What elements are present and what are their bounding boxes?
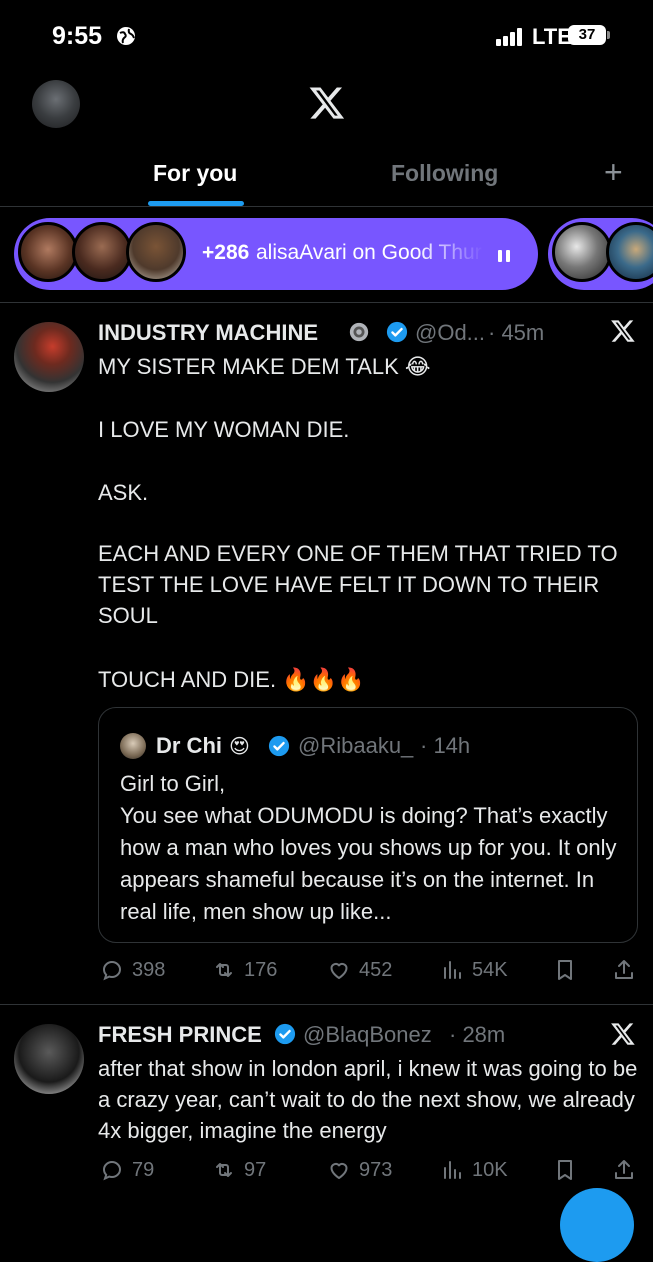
reply-button[interactable]: 398	[100, 958, 165, 982]
profile-avatar[interactable]	[32, 80, 80, 128]
post-text-line: MY SISTER MAKE DEM TALK 😂	[98, 354, 431, 379]
verified-badge-icon	[274, 1023, 296, 1045]
view-count: 10K	[472, 1158, 508, 1181]
space-listener-avatar	[18, 222, 78, 282]
space-listener-avatar	[126, 222, 186, 282]
share-icon[interactable]	[612, 1158, 636, 1182]
audio-bars-icon	[498, 250, 510, 262]
status-time: 9:55	[52, 22, 103, 50]
verified-badge-icon	[268, 735, 290, 757]
bookmark-icon[interactable]	[553, 1158, 577, 1182]
battery-cap	[607, 31, 610, 39]
reply-icon	[102, 1160, 122, 1181]
post-handle[interactable]: @Od...	[415, 320, 485, 346]
verified-badge-icon	[386, 321, 408, 343]
globe-icon	[117, 27, 135, 45]
repost-icon	[216, 1163, 232, 1177]
tabs-divider	[0, 206, 653, 207]
post-author-name[interactable]: FRESH PRINCE	[98, 1022, 262, 1048]
x-logo-icon[interactable]	[308, 84, 346, 122]
post-author-name[interactable]: INDUSTRY MACHINE	[98, 320, 318, 346]
quoted-text: Girl to Girl, You see what ODUMODU is do…	[120, 771, 617, 924]
space-host-avatar	[552, 222, 612, 282]
post-handle[interactable]: @BlaqBonez	[303, 1022, 432, 1048]
post-text: after that show in london april, i knew …	[98, 1056, 638, 1143]
add-tab-button[interactable]: +	[604, 154, 623, 191]
post-author-avatar[interactable]	[14, 1024, 84, 1094]
views-button[interactable]: 54K	[440, 958, 508, 982]
reply-icon	[102, 960, 122, 981]
gear-icon	[349, 322, 369, 342]
timeline-divider	[0, 1004, 653, 1005]
post-text-line: TOUCH AND DIE. 🔥🔥🔥	[98, 667, 365, 692]
battery-indicator: 37	[568, 25, 606, 45]
share-icon[interactable]	[612, 958, 636, 982]
tab-for-you[interactable]: For you	[153, 160, 237, 187]
space-title: alisaAvari on Good Thur	[256, 241, 482, 264]
like-button[interactable]: 452	[327, 958, 392, 982]
quoted-author-name: Dr Chi	[156, 733, 222, 758]
space-listener-count: +286	[202, 241, 250, 264]
views-chart-icon	[444, 1161, 461, 1179]
like-count: 452	[359, 958, 393, 981]
post-text-line: EACH AND EVERY ONE OF THEM THAT TRIED TO…	[98, 541, 618, 628]
view-count: 54K	[472, 958, 508, 981]
repost-icon	[216, 963, 232, 977]
repost-button[interactable]: 176	[212, 958, 277, 982]
quoted-author-emoji: 😍	[229, 736, 250, 758]
x-logo-icon[interactable]	[610, 318, 636, 344]
repost-count: 97	[244, 1158, 267, 1181]
timeline-divider	[0, 302, 653, 303]
heart-icon	[330, 962, 348, 979]
quoted-author-avatar	[120, 733, 146, 759]
post-text-line: ASK.	[98, 480, 149, 505]
views-button[interactable]: 10K	[440, 1158, 508, 1182]
quoted-handle: @Ribaaku_	[298, 733, 414, 758]
space-listener-avatar	[72, 222, 132, 282]
quoted-time: · 14h	[420, 733, 471, 758]
x-logo-icon[interactable]	[610, 1021, 636, 1047]
post-text-line: I LOVE MY WOMAN DIE.	[98, 417, 350, 442]
like-count: 973	[359, 1158, 393, 1181]
post-author-avatar[interactable]	[14, 322, 84, 392]
cellular-signal-icon	[496, 28, 522, 46]
tab-following[interactable]: Following	[391, 160, 498, 187]
bookmark-icon[interactable]	[553, 958, 577, 982]
repost-count: 176	[244, 958, 278, 981]
compose-fab-button[interactable]	[560, 1188, 634, 1262]
post-time: · 28m	[449, 1022, 506, 1047]
network-type: LTE	[532, 24, 572, 49]
heart-icon	[330, 1162, 348, 1179]
like-button[interactable]: 973	[327, 1158, 392, 1182]
post-time: · 45m	[488, 320, 545, 345]
reply-button[interactable]: 79	[100, 1158, 154, 1182]
repost-button[interactable]: 97	[212, 1158, 266, 1182]
reply-count: 398	[132, 958, 166, 981]
views-chart-icon	[444, 961, 461, 979]
reply-count: 79	[132, 1158, 155, 1181]
